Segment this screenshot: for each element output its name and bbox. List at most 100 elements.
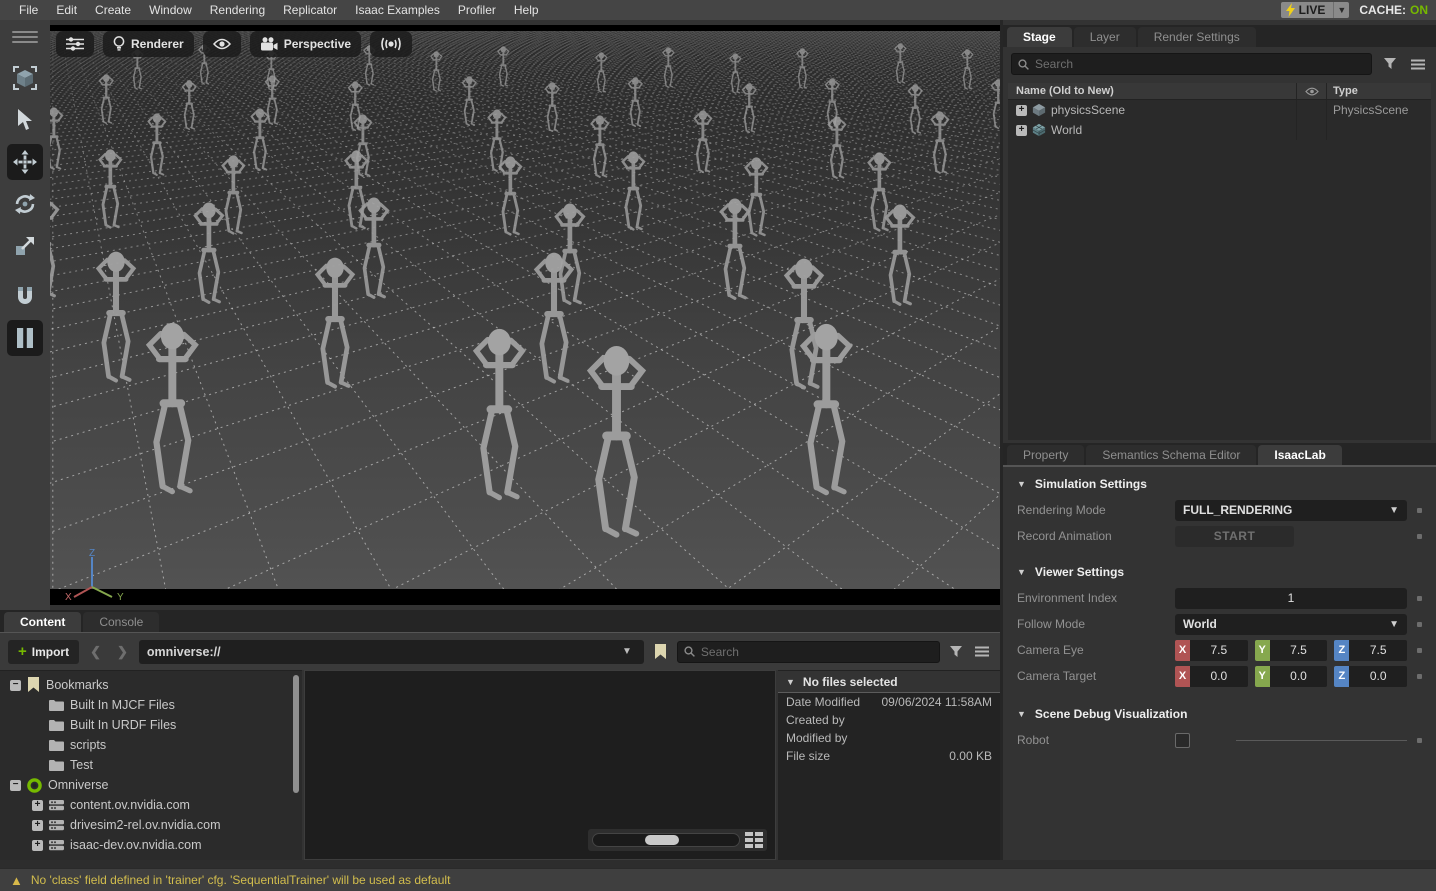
move-tool[interactable]: [7, 144, 43, 180]
import-button[interactable]: + Import: [8, 640, 79, 664]
column-type[interactable]: Type: [1326, 83, 1431, 99]
menu-create[interactable]: Create: [86, 0, 140, 20]
path-input[interactable]: [147, 645, 618, 659]
environment-index-field[interactable]: 1: [1175, 588, 1407, 609]
rotate-tool[interactable]: [7, 186, 43, 222]
menu-isaac-examples[interactable]: Isaac Examples: [346, 0, 449, 20]
default-indicator[interactable]: [1417, 738, 1422, 743]
tab-render-settings[interactable]: Render Settings: [1138, 27, 1256, 47]
follow-mode-label: Follow Mode: [1017, 617, 1175, 631]
expand-icon[interactable]: +: [1016, 125, 1027, 136]
viewport-render[interactable]: [50, 31, 1000, 589]
start-button[interactable]: START: [1175, 526, 1294, 547]
robot-checkbox[interactable]: [1175, 733, 1190, 748]
stage-search-input[interactable]: [1035, 57, 1365, 71]
menu-profiler[interactable]: Profiler: [449, 0, 505, 20]
visibility-menu-button[interactable]: [203, 31, 241, 57]
renderer-menu-button[interactable]: Renderer: [103, 31, 194, 57]
thumbnail-zoom-control: [588, 829, 767, 851]
selection-mode-tool[interactable]: [7, 60, 43, 96]
camera-target-z-field[interactable]: 0.0: [1349, 666, 1407, 687]
snap-tool[interactable]: [7, 278, 43, 314]
column-name[interactable]: Name (Old to New): [1008, 85, 1296, 97]
tab-property[interactable]: Property: [1007, 445, 1084, 465]
tree-item[interactable]: +content.ov.nvidia.com: [0, 795, 302, 815]
default-indicator[interactable]: [1417, 648, 1422, 653]
tab-content[interactable]: Content: [4, 612, 81, 632]
broadcast-button[interactable]: [370, 31, 412, 57]
scale-tool[interactable]: [7, 228, 43, 264]
collapse-icon[interactable]: −: [10, 680, 21, 691]
list-view-icon[interactable]: [745, 832, 763, 848]
zoom-slider[interactable]: [592, 833, 740, 847]
path-bar[interactable]: ▼: [139, 640, 644, 664]
forward-button[interactable]: ❯: [112, 644, 133, 660]
menu-window[interactable]: Window: [140, 0, 201, 20]
live-button[interactable]: LIVE: [1281, 2, 1334, 18]
tree-item[interactable]: +drivesim2-rel.ov.nvidia.com: [0, 815, 302, 835]
file-info-header[interactable]: ▼ No files selected: [778, 671, 1000, 693]
default-indicator[interactable]: [1417, 508, 1422, 513]
camera-eye-y-field[interactable]: 7.5: [1270, 640, 1328, 661]
scrollbar-thumb[interactable]: [293, 675, 299, 793]
tab-stage[interactable]: Stage: [1007, 27, 1072, 47]
stage-options-button[interactable]: [1408, 54, 1428, 74]
expand-icon[interactable]: +: [32, 820, 43, 831]
camera-target-x-field[interactable]: 0.0: [1190, 666, 1248, 687]
camera-menu-button[interactable]: Perspective: [250, 31, 361, 57]
section-simulation-settings[interactable]: ▼ Simulation Settings: [1003, 467, 1436, 497]
path-dropdown-icon[interactable]: ▼: [618, 646, 636, 657]
tab-layer[interactable]: Layer: [1074, 27, 1136, 47]
pause-tool[interactable]: [7, 320, 43, 356]
section-viewer-settings[interactable]: ▼ Viewer Settings: [1003, 555, 1436, 585]
tree-item[interactable]: Built In MJCF Files: [0, 695, 302, 715]
tree-item[interactable]: scripts: [0, 735, 302, 755]
follow-mode-dropdown[interactable]: World ▼: [1175, 614, 1407, 635]
zoom-slider-handle[interactable]: [645, 835, 679, 845]
menu-replicator[interactable]: Replicator: [274, 0, 346, 20]
viewport[interactable]: Renderer Perspective: [50, 25, 1000, 605]
stage-filter-button[interactable]: [1380, 54, 1400, 74]
menu-edit[interactable]: Edit: [47, 0, 86, 20]
camera-eye-x-field[interactable]: 7.5: [1190, 640, 1248, 661]
content-search[interactable]: [677, 641, 940, 663]
default-indicator[interactable]: [1417, 534, 1422, 539]
select-tool[interactable]: [7, 102, 43, 138]
camera-eye-z-field[interactable]: 7.5: [1349, 640, 1407, 661]
expand-icon[interactable]: +: [32, 840, 43, 851]
collapse-icon[interactable]: −: [10, 780, 21, 791]
content-search-input[interactable]: [701, 645, 933, 659]
viewport-settings-button[interactable]: [56, 31, 94, 57]
tab-semantics-schema-editor[interactable]: Semantics Schema Editor: [1086, 445, 1256, 465]
live-dropdown-chevron[interactable]: ▼: [1333, 2, 1349, 18]
bookmark-icon[interactable]: [654, 644, 667, 660]
menu-file[interactable]: File: [10, 0, 47, 20]
tab-console[interactable]: Console: [83, 612, 159, 632]
tree-item[interactable]: Test: [0, 755, 302, 775]
column-visibility[interactable]: [1296, 83, 1326, 99]
content-file-grid[interactable]: [304, 670, 776, 860]
camera-target-y-field[interactable]: 0.0: [1270, 666, 1328, 687]
stage-row-physicsscene[interactable]: + physicsScene PhysicsScene: [1008, 100, 1431, 120]
content-options-button[interactable]: [972, 642, 992, 662]
expand-icon[interactable]: +: [1016, 105, 1027, 116]
content-filter-button[interactable]: [946, 642, 966, 662]
tab-isaaclab[interactable]: IsaacLab: [1258, 445, 1341, 465]
tree-item[interactable]: +isaac-dev.ov.nvidia.com: [0, 835, 302, 855]
toolbar-grab-handle[interactable]: [12, 28, 38, 46]
section-scene-debug-visualization[interactable]: ▼ Scene Debug Visualization: [1003, 697, 1436, 727]
menu-help[interactable]: Help: [505, 0, 548, 20]
stage-search[interactable]: [1011, 53, 1372, 75]
tree-item[interactable]: Built In URDF Files: [0, 715, 302, 735]
menu-rendering[interactable]: Rendering: [201, 0, 274, 20]
tree-item[interactable]: −Omniverse: [0, 775, 302, 795]
default-indicator[interactable]: [1417, 622, 1422, 627]
back-button[interactable]: ❮: [85, 644, 106, 660]
humanoid-robot: [137, 322, 208, 499]
default-indicator[interactable]: [1417, 674, 1422, 679]
rendering-mode-dropdown[interactable]: FULL_RENDERING ▼: [1175, 500, 1407, 521]
expand-icon[interactable]: +: [32, 800, 43, 811]
stage-row-world[interactable]: + World: [1008, 120, 1431, 140]
tree-item[interactable]: −Bookmarks: [0, 675, 302, 695]
default-indicator[interactable]: [1417, 596, 1422, 601]
